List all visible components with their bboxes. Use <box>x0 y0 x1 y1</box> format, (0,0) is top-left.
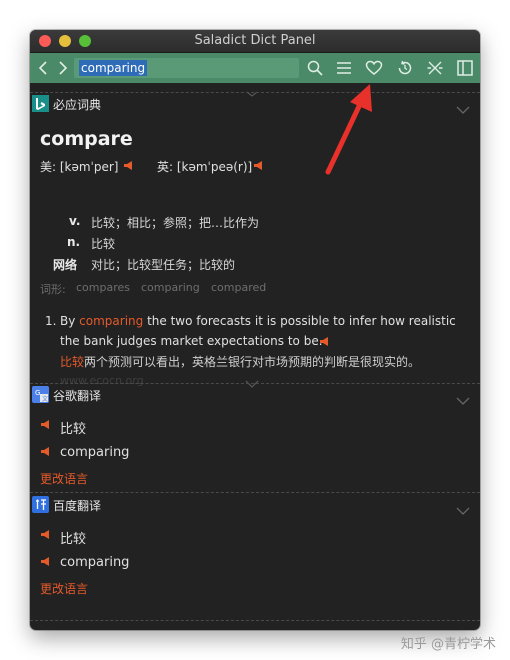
pos-label: v. <box>69 214 81 228</box>
speaker-icon[interactable] <box>253 160 264 171</box>
definition-text: 比较；相比；参照；把…比作为 <box>91 216 260 230</box>
baidu-translate-logo-icon <box>32 496 49 513</box>
divider <box>30 492 480 493</box>
collapse-chevron-icon[interactable] <box>456 99 470 118</box>
forward-icon[interactable] <box>52 57 74 79</box>
sidebar-icon[interactable] <box>454 57 476 79</box>
word-form[interactable]: compared <box>211 281 266 294</box>
definition-text: 比较 <box>91 237 116 251</box>
example-text: the two forecasts it is possible to infe… <box>147 314 456 328</box>
speaker-icon[interactable] <box>40 556 51 567</box>
source-text: 比较 <box>60 532 87 547</box>
dict-panel-window: Saladict Dict Panel comparing 必应词典 compa… <box>30 30 480 630</box>
example-text: By <box>60 314 76 328</box>
bing-logo-icon <box>32 95 49 112</box>
scroll-down-caret-icon[interactable] <box>245 622 259 630</box>
speaker-icon[interactable] <box>319 336 330 347</box>
change-language-link[interactable]: 更改语言 <box>40 580 88 597</box>
history-icon[interactable] <box>394 57 416 79</box>
title-bar[interactable]: Saladict Dict Panel <box>30 30 480 53</box>
headword: compare <box>40 128 133 150</box>
pin-icon[interactable] <box>424 57 446 79</box>
example-number: 1. <box>45 314 57 328</box>
scroll-up-caret-icon[interactable] <box>245 83 259 97</box>
divider <box>30 383 480 384</box>
baidu-section-header[interactable]: 百度翻译 <box>30 495 480 515</box>
phonetic-us: 美: [kəmˈper] <box>40 160 119 174</box>
example-line-1: By comparing the two forecasts it is pos… <box>60 314 456 328</box>
translation-text: comparing <box>60 445 130 460</box>
heart-icon[interactable] <box>363 57 385 79</box>
divider <box>30 92 480 93</box>
example-highlight: comparing <box>79 314 144 328</box>
panel-content[interactable]: 必应词典 compare 美: [kəmˈper] 英: [kəmˈpeə(r)… <box>30 83 480 630</box>
example-translation: 比较两个预测可以看出，英格兰银行对市场预期的判断是很现实的。 <box>60 353 420 370</box>
window-title: Saladict Dict Panel <box>194 33 316 48</box>
search-icon[interactable] <box>304 57 326 79</box>
speaker-icon[interactable] <box>40 446 51 457</box>
google-translate-logo-icon: G文 <box>32 386 49 403</box>
collapse-chevron-icon[interactable] <box>456 390 470 409</box>
bing-section-header[interactable]: 必应词典 <box>30 94 480 114</box>
example-line-2: the bank judges market expectations to b… <box>60 334 323 348</box>
google-section-header[interactable]: G文 谷歌翻译 <box>30 385 480 405</box>
change-language-link[interactable]: 更改语言 <box>40 470 88 487</box>
pos-label: 网络 <box>53 258 78 272</box>
forms-label: 词形: <box>40 283 66 296</box>
pos-label: n. <box>67 235 81 249</box>
collapse-chevron-icon[interactable] <box>456 500 470 519</box>
watermark: 知乎 @青柠学术 <box>400 637 496 652</box>
speaker-icon[interactable] <box>123 160 134 171</box>
word-form[interactable]: comparing <box>141 281 200 294</box>
word-form[interactable]: compares <box>76 281 130 294</box>
divider <box>30 620 480 621</box>
example-translation-highlight: 比较 <box>60 355 85 369</box>
source-text: 比较 <box>60 422 87 437</box>
baidu-dict-name: 百度翻译 <box>53 499 102 513</box>
speaker-icon[interactable] <box>40 419 51 430</box>
annotation-arrow-icon <box>325 84 372 175</box>
svg-text:G: G <box>35 389 40 397</box>
expand-caret-icon[interactable] <box>245 373 259 388</box>
bing-dict-name: 必应词典 <box>53 98 102 112</box>
definition-text: 对比；比较型任务；比较的 <box>91 258 236 272</box>
google-dict-name: 谷歌翻译 <box>53 389 102 403</box>
toolbar: comparing <box>30 53 480 83</box>
translation-text: comparing <box>60 555 130 570</box>
speaker-icon[interactable] <box>40 529 51 540</box>
svg-text:文: 文 <box>42 395 48 402</box>
menu-icon[interactable] <box>333 57 355 79</box>
search-input[interactable]: comparing <box>74 58 299 78</box>
back-icon[interactable] <box>32 57 54 79</box>
example-translation-text: 两个预测可以看出，英格兰银行对市场预期的判断是很现实的。 <box>84 355 421 369</box>
phonetic-uk: 英: [kəmˈpeə(r)] <box>157 160 253 174</box>
search-input-value: comparing <box>79 60 148 76</box>
